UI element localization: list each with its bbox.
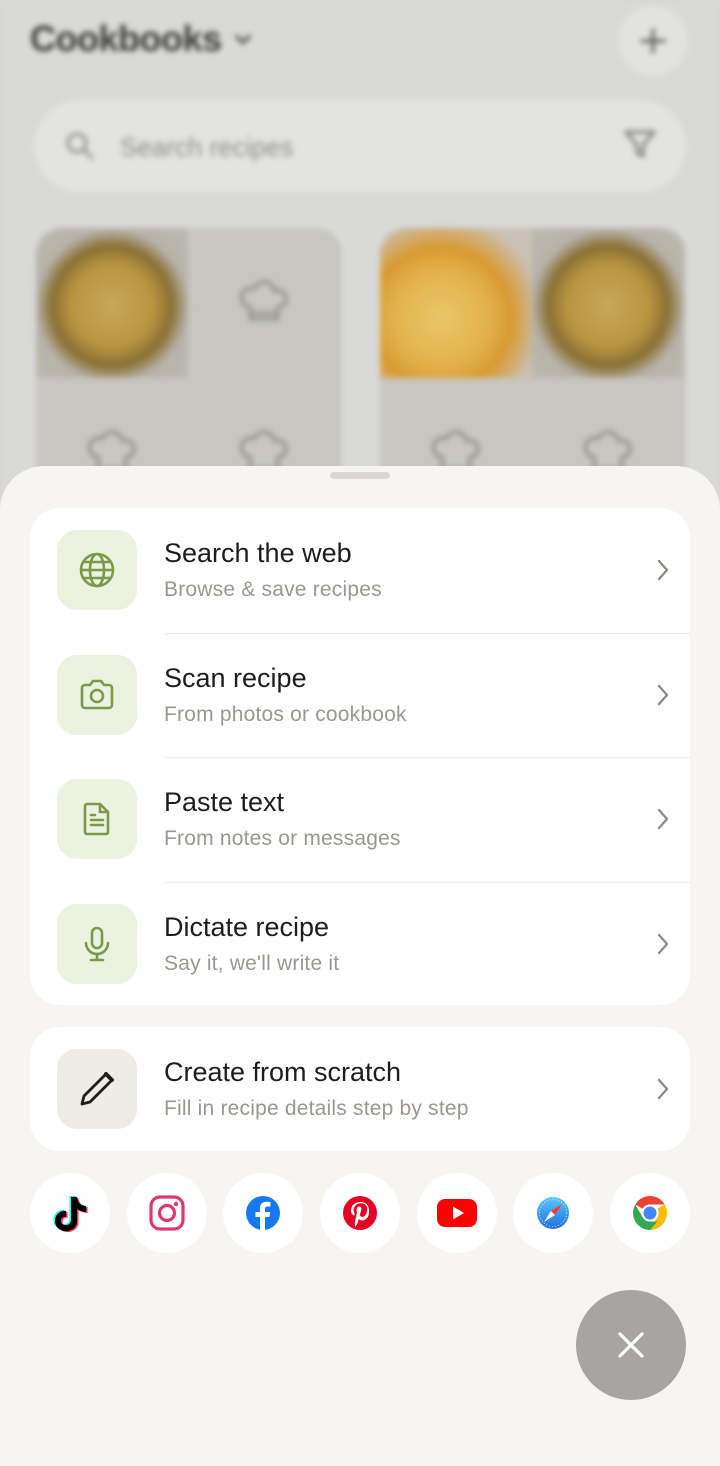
close-button[interactable] bbox=[576, 1290, 686, 1400]
option-search-web[interactable]: Search the web Browse & save recipes bbox=[30, 508, 690, 633]
instagram-button[interactable] bbox=[126, 1173, 207, 1253]
youtube-icon bbox=[436, 1199, 477, 1227]
option-subtitle: From photos or cookbook bbox=[164, 702, 407, 726]
option-scan-recipe[interactable]: Scan recipe From photos or cookbook bbox=[30, 632, 690, 758]
youtube-button[interactable] bbox=[416, 1173, 497, 1253]
pinterest-icon bbox=[342, 1196, 377, 1230]
chevron-right-icon bbox=[657, 684, 669, 705]
option-subtitle: From notes or messages bbox=[164, 827, 401, 850]
option-subtitle: Say it, we'll write it bbox=[164, 951, 340, 975]
option-title: Scan recipe bbox=[164, 662, 307, 693]
option-title: Dictate recipe bbox=[164, 911, 330, 942]
pencil-icon bbox=[80, 1072, 114, 1106]
filter-icon bbox=[624, 130, 656, 158]
recipe-thumbnail bbox=[532, 228, 684, 378]
facebook-icon bbox=[246, 1196, 281, 1230]
social-sources-row bbox=[30, 1173, 690, 1253]
option-text: Scan recipe From photos or cookbook bbox=[164, 661, 407, 729]
pinterest-button[interactable] bbox=[319, 1173, 400, 1253]
chevron-right-icon bbox=[657, 1079, 669, 1100]
recipe-thumbnail bbox=[380, 228, 532, 378]
option-title: Paste text bbox=[164, 787, 285, 817]
option-subtitle: Fill in recipe details step by step bbox=[164, 1097, 469, 1120]
cookbooks-header: Cookbooks bbox=[30, 18, 254, 60]
search-bar: Search recipes bbox=[34, 100, 686, 192]
option-text: Dictate recipe Say it, we'll write it bbox=[164, 910, 339, 978]
import-options-group: Search the web Browse & save recipes Sca… bbox=[30, 508, 690, 1005]
search-placeholder: Search recipes bbox=[120, 132, 294, 162]
microphone-icon bbox=[84, 926, 110, 961]
background-cookbooks-screen: Cookbooks Search recipes bbox=[0, 0, 720, 528]
chevron-down-icon bbox=[234, 34, 251, 45]
safari-icon bbox=[537, 1197, 570, 1229]
option-icon-tile bbox=[57, 654, 137, 735]
option-text: Paste text From notes or messages bbox=[164, 785, 401, 853]
chrome-icon bbox=[632, 1196, 667, 1230]
page-title: Cookbooks bbox=[30, 18, 222, 59]
option-icon-tile bbox=[57, 1049, 137, 1129]
tiktok-button[interactable] bbox=[30, 1173, 110, 1253]
option-title: Search the web bbox=[164, 538, 352, 568]
option-text: Create from scratch Fill in recipe detai… bbox=[164, 1055, 469, 1123]
add-recipe-sheet: Search the web Browse & save recipes Sca… bbox=[0, 466, 720, 1466]
option-create-from-scratch[interactable]: Create from scratch Fill in recipe detai… bbox=[30, 1027, 690, 1151]
instagram-icon bbox=[149, 1195, 185, 1231]
option-title: Create from scratch bbox=[164, 1057, 402, 1087]
sheet-drag-handle[interactable] bbox=[330, 472, 390, 479]
safari-button[interactable] bbox=[513, 1173, 594, 1253]
document-icon bbox=[83, 802, 110, 836]
option-paste-text[interactable]: Paste text From notes or messages bbox=[30, 757, 690, 882]
search-icon bbox=[66, 132, 94, 160]
option-dictate-recipe[interactable]: Dictate recipe Say it, we'll write it bbox=[30, 881, 690, 1006]
option-icon-tile bbox=[57, 530, 137, 610]
recipe-thumbnail bbox=[36, 228, 188, 378]
chevron-right-icon bbox=[657, 933, 669, 954]
option-icon-tile bbox=[57, 903, 137, 984]
globe-icon bbox=[79, 552, 115, 588]
chef-hat-icon bbox=[188, 228, 340, 378]
camera-icon bbox=[80, 679, 114, 709]
option-subtitle: Browse & save recipes bbox=[164, 578, 382, 601]
close-icon bbox=[618, 1332, 644, 1358]
chrome-button[interactable] bbox=[609, 1173, 690, 1253]
plus-icon bbox=[640, 28, 666, 54]
chevron-right-icon bbox=[657, 809, 669, 830]
option-text: Search the web Browse & save recipes bbox=[164, 536, 382, 604]
option-icon-tile bbox=[57, 779, 137, 859]
chevron-right-icon bbox=[657, 560, 669, 581]
create-group: Create from scratch Fill in recipe detai… bbox=[30, 1027, 690, 1151]
add-button bbox=[618, 6, 688, 76]
tiktok-icon bbox=[53, 1196, 88, 1232]
facebook-button[interactable] bbox=[223, 1173, 304, 1253]
